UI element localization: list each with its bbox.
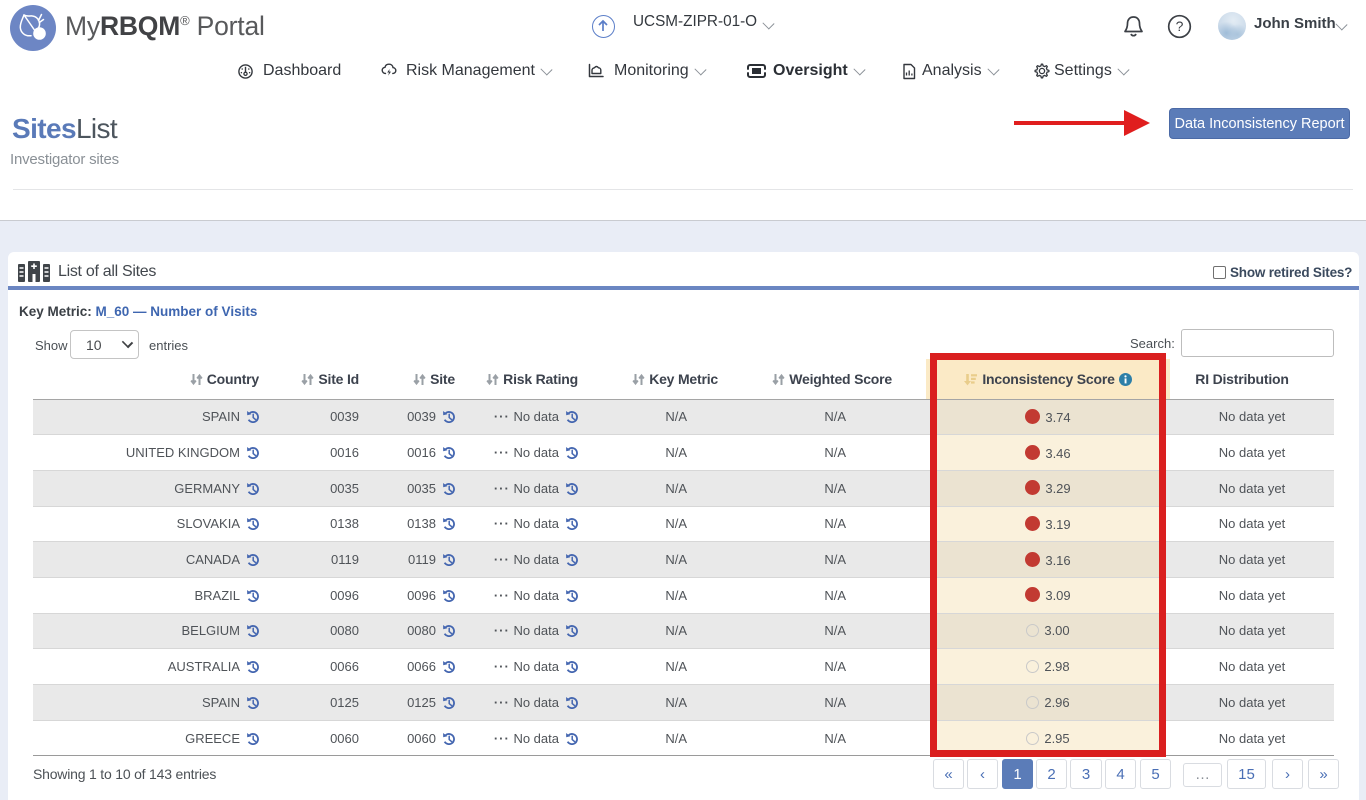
svg-text:?: ? [1176, 18, 1184, 34]
